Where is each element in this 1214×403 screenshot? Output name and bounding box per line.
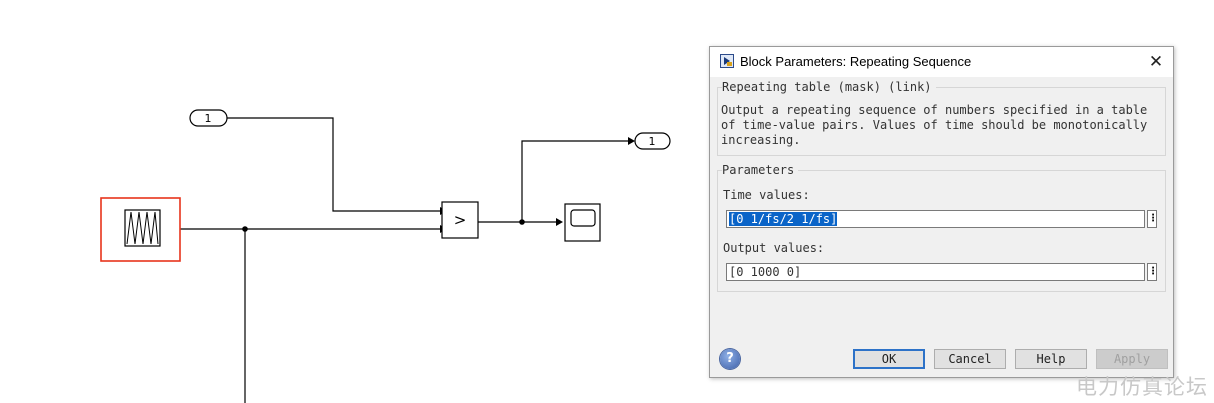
block-parameters-dialog: Block Parameters: Repeating Sequence ✕ R… <box>709 46 1174 378</box>
output-values-text: [0 1000 0] <box>729 265 802 279</box>
time-values-label: Time values: <box>723 188 810 202</box>
dialog-title: Block Parameters: Repeating Sequence <box>740 54 972 69</box>
branch-point <box>519 219 525 225</box>
time-values-text: [0 1/fs/2 1/fs] <box>729 212 838 226</box>
arrowhead-icon <box>556 218 563 226</box>
apply-button[interactable]: Apply <box>1096 349 1168 369</box>
arrowhead-icon <box>628 137 635 145</box>
dialog-titlebar[interactable]: Block Parameters: Repeating Sequence ✕ <box>710 47 1173 77</box>
more-options-icon[interactable]: ⋮ <box>1147 263 1158 281</box>
simulink-block-icon <box>720 54 734 68</box>
operator-symbol: > <box>454 211 467 229</box>
scope-block[interactable] <box>564 203 601 242</box>
scope-screen-icon <box>570 209 596 227</box>
cancel-button[interactable]: Cancel <box>934 349 1006 369</box>
inport-block[interactable]: 1 <box>189 109 228 127</box>
inport-label: 1 <box>205 112 212 125</box>
output-values-input[interactable]: [0 1000 0] <box>726 263 1145 281</box>
time-values-input[interactable]: [0 1/fs/2 1/fs] <box>726 210 1145 228</box>
more-options-icon[interactable]: ⋮ <box>1147 210 1158 228</box>
branch-point <box>242 226 248 232</box>
help-question-icon[interactable]: ? <box>720 349 740 369</box>
outport-label: 1 <box>649 135 656 148</box>
help-button[interactable]: Help <box>1015 349 1087 369</box>
signal-line-inport <box>227 117 440 212</box>
mask-description: Output a repeating sequence of numbers s… <box>721 103 1148 147</box>
close-icon[interactable]: ✕ <box>1145 51 1167 73</box>
relational-operator-block[interactable]: > <box>441 201 479 239</box>
output-values-label: Output values: <box>723 241 825 255</box>
mask-group-title: Repeating table (mask) (link) <box>722 80 936 94</box>
ok-button[interactable]: OK <box>853 349 925 369</box>
repeating-sequence-block[interactable] <box>100 197 181 262</box>
outport-block[interactable]: 1 <box>634 132 671 150</box>
watermark-text: 电力仿真论坛 <box>1076 375 1208 399</box>
parameters-group-title: Parameters <box>722 163 799 177</box>
